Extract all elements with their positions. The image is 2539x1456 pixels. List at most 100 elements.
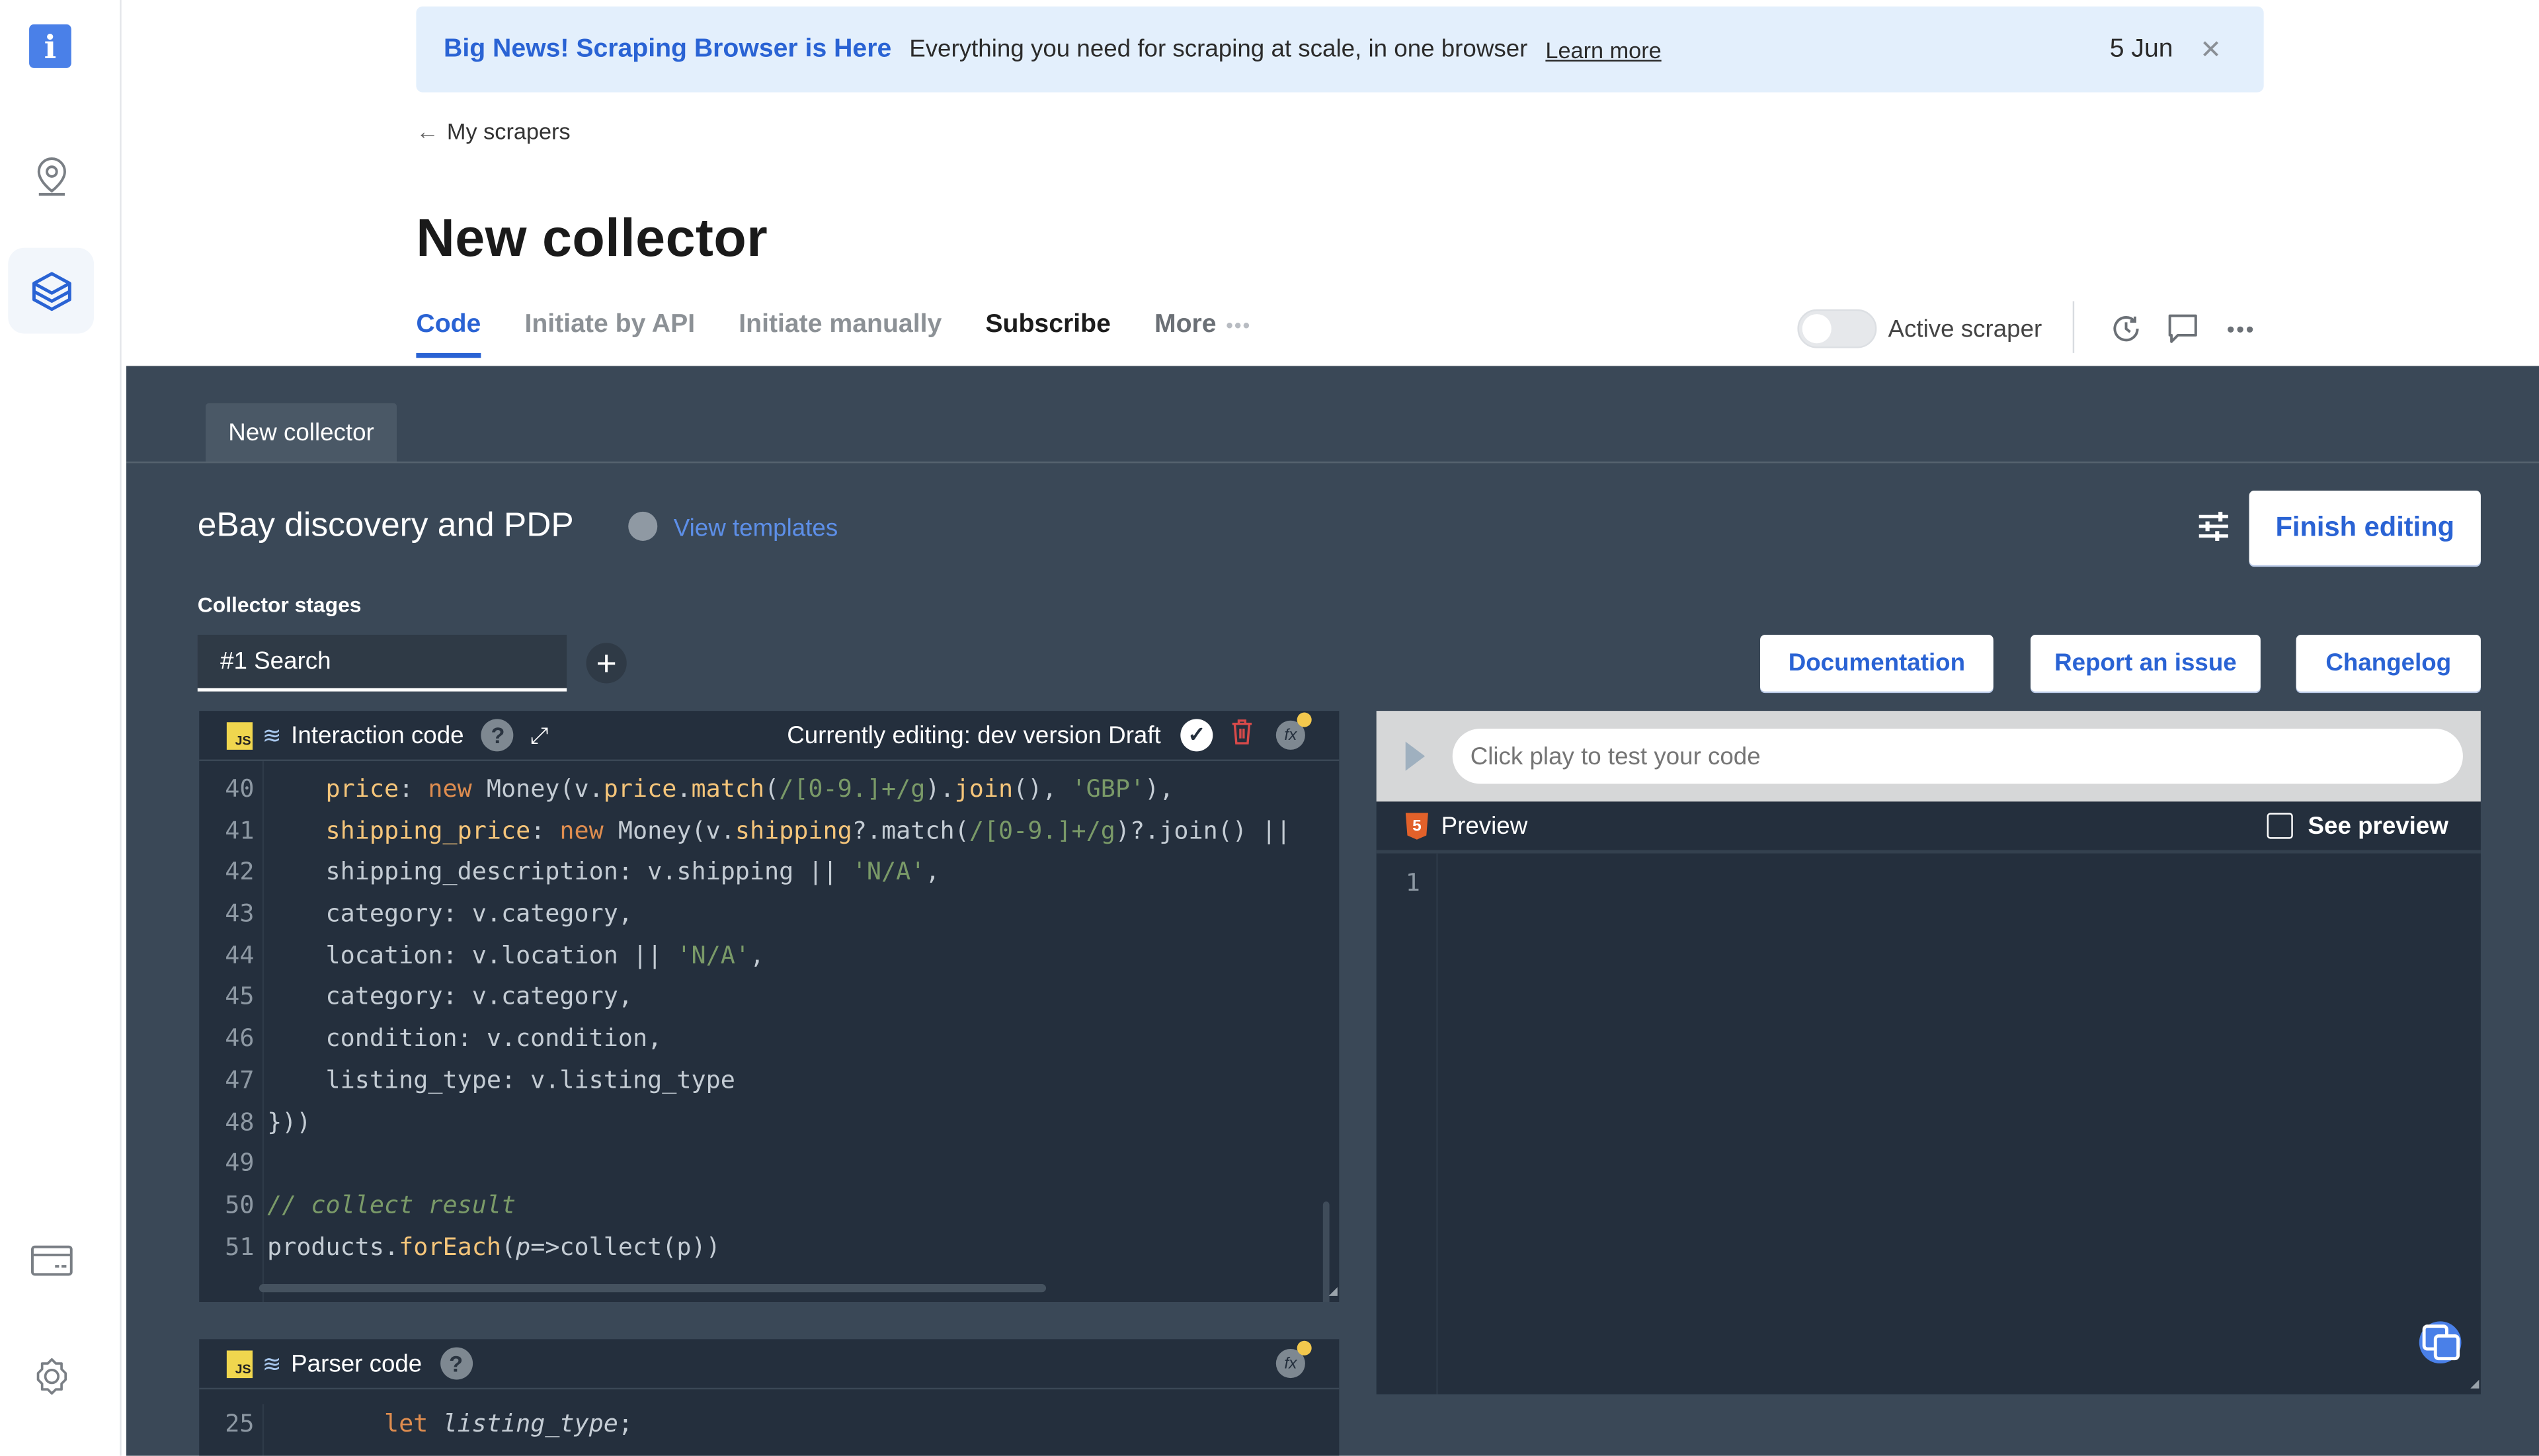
arrow-left-icon: ← [416, 118, 439, 144]
tab-initiate-by-api[interactable]: Initiate by API [524, 311, 695, 358]
brand-logo-icon[interactable]: i [29, 24, 71, 68]
code-token: ?.match( [852, 815, 969, 845]
code-token: /[0-9.]+/g [779, 774, 926, 803]
notification-dot [1297, 712, 1312, 727]
notification-dot [1297, 1340, 1312, 1355]
expand-icon[interactable]: ⤢ [530, 721, 548, 749]
more-options-button[interactable]: ••• [2225, 313, 2257, 345]
tab-more[interactable]: More ••• [1154, 311, 1252, 358]
tab-subscribe[interactable]: Subscribe [985, 311, 1110, 358]
code-token: p [516, 1231, 531, 1261]
editor-workspace: New collector eBay discovery and PDP Vie… [126, 366, 2539, 1456]
sidebar-item-proxies[interactable] [8, 133, 94, 219]
code-text: category: v.category, [267, 977, 633, 1019]
preview-editor[interactable]: 1 ◢ [1377, 853, 2481, 1395]
function-icon[interactable]: fx [1275, 1340, 1312, 1379]
check-icon[interactable]: ✓ [1180, 719, 1213, 752]
comment-icon [2168, 314, 2197, 343]
tab-initiate-manually[interactable]: Initiate manually [739, 311, 942, 358]
parser-code-title: Parser code [291, 1350, 423, 1377]
trash-icon[interactable] [1230, 719, 1253, 751]
code-line: 40 price: new Money(v.price.match(/[0-9.… [199, 769, 1339, 811]
active-scraper-toggle[interactable] [1797, 309, 1877, 348]
breadcrumb-my-scrapers[interactable]: My scrapers [447, 118, 571, 144]
sidebar-item-scrapers[interactable] [8, 247, 95, 334]
documentation-button[interactable]: Documentation [1760, 635, 1994, 692]
close-icon[interactable]: ✕ [2200, 33, 2222, 65]
settings-sliders-button[interactable] [2197, 511, 2230, 549]
history-button[interactable] [2110, 313, 2142, 345]
left-sidebar: i [0, 0, 122, 1456]
code-token: . [676, 774, 692, 803]
line-number: 1 [1405, 868, 1420, 897]
line-number: 46 [225, 1024, 255, 1053]
tab-more-label: More [1154, 311, 1217, 339]
code-text: category: v.category, [267, 894, 633, 936]
copy-icon[interactable] [2419, 1321, 2462, 1364]
code-token: let [384, 1408, 428, 1438]
play-icon[interactable] [1405, 741, 1426, 771]
comments-button[interactable] [2167, 313, 2199, 345]
interaction-code-header: JS ≋ Interaction code ? ⤢ Currently edit… [199, 711, 1340, 762]
html5-icon: 5 [1405, 812, 1429, 840]
function-icon[interactable]: fx [1275, 712, 1312, 750]
code-token: =>collect(p)) [530, 1231, 721, 1261]
code-token: (), [1013, 774, 1072, 803]
code-token: shipping [735, 815, 852, 845]
code-token: , [925, 857, 940, 887]
code-token: new [559, 815, 604, 845]
wave-icon: ≋ [262, 1350, 282, 1376]
horizontal-scrollbar[interactable] [259, 1284, 1047, 1293]
interaction-code-title: Interaction code [291, 721, 464, 749]
code-token: location: v.location || [267, 940, 677, 970]
gutter-divider [262, 1404, 264, 1456]
code-token: 'N/A' [852, 857, 926, 887]
code-text: listing_type: v.listing_type [267, 1061, 735, 1102]
code-text: })) [267, 1102, 311, 1144]
report-issue-button[interactable]: Report an issue [2031, 635, 2261, 692]
help-icon[interactable]: ? [481, 719, 514, 752]
code-line: 43 category: v.category, [199, 894, 1339, 936]
code-text: condition: v.condition, [267, 1019, 663, 1061]
view-templates-link[interactable]: View templates [674, 515, 838, 543]
compass-icon [628, 511, 658, 541]
sliders-icon [2198, 511, 2228, 541]
stage-tab-search[interactable]: #1 Search [197, 635, 567, 692]
changelog-button[interactable]: Changelog [2296, 635, 2481, 692]
banner-date: 5 Jun [2109, 34, 2173, 63]
breadcrumb[interactable]: ← My scrapers [416, 118, 570, 144]
see-preview-label: See preview [2308, 812, 2448, 840]
preview-header: 5 Preview See preview [1376, 801, 2481, 854]
code-token: ( [764, 774, 780, 803]
sidebar-item-settings[interactable] [8, 1333, 94, 1419]
code-line: 50 // collect result [199, 1185, 1339, 1227]
billing-card-icon [30, 1244, 72, 1275]
line-number: 42 [225, 857, 255, 887]
help-icon[interactable]: ? [440, 1347, 473, 1380]
main-tabs: Code Initiate by API Initiate manually S… [416, 311, 1251, 358]
interaction-code-editor[interactable]: 40 price: new Money(v.price.match(/[0-9.… [199, 761, 1339, 1302]
code-token: // collect result [267, 1190, 516, 1219]
line-number: 48 [225, 1106, 255, 1136]
code-token: ). [925, 774, 955, 803]
resize-handle-icon[interactable]: ◢ [2470, 1377, 2479, 1393]
settings-gear-icon [36, 1357, 66, 1394]
line-number: 41 [225, 815, 255, 845]
tab-code[interactable]: Code [416, 311, 481, 358]
finish-editing-button[interactable]: Finish editing [2249, 491, 2481, 565]
sidebar-item-billing[interactable] [8, 1218, 94, 1304]
test-input[interactable] [1452, 729, 2463, 784]
learn-more-link[interactable]: Learn more [1545, 36, 1661, 62]
preview-panel: 5 Preview See preview 1 ◢ [1376, 711, 2481, 1395]
fx-label: fx [1284, 1354, 1297, 1373]
add-stage-button[interactable]: + [586, 642, 627, 684]
code-line: 42 shipping_description: v.shipping || '… [199, 852, 1339, 894]
see-preview-button[interactable]: See preview [2267, 812, 2448, 840]
resize-handle-icon[interactable]: ◢ [1329, 1284, 1338, 1300]
parser-code-editor[interactable]: 25 let listing_type; [199, 1404, 1339, 1456]
line-number: 40 [225, 774, 255, 803]
workspace-tab-new-collector[interactable]: New collector [206, 403, 397, 462]
more-horizontal-icon: ••• [2226, 315, 2256, 342]
